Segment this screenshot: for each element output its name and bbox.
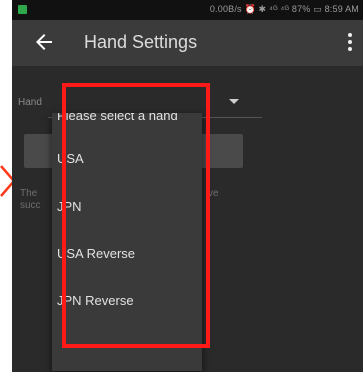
more-vert-icon[interactable] <box>347 32 353 52</box>
caret-down-icon[interactable] <box>229 99 239 104</box>
notification-app-icon <box>18 5 27 14</box>
dropdown-option-placeholder[interactable]: Please select a hand <box>57 113 178 123</box>
page-title: Hand Settings <box>84 32 198 52</box>
dropdown-option-usa-reverse[interactable]: USA Reverse <box>57 246 135 261</box>
status-indicators: 0.00B/s ⏰ ✱ ⁴ᴳ ⁴ᴳ 87% ▭ 8:59 AM <box>209 4 359 14</box>
hand-dropdown-menu: Please select a hand USA JPN USA Reverse… <box>52 113 202 371</box>
dropdown-option-usa[interactable]: USA <box>57 151 84 166</box>
app-bar: Hand Settings <box>12 20 363 66</box>
hand-label: Hand <box>18 97 42 108</box>
dropdown-option-jpn[interactable]: JPN <box>57 199 82 214</box>
settings-content: Hand The succ ve Please select a hand US… <box>12 66 363 372</box>
phone-screen: 0.00B/s ⏰ ✱ ⁴ᴳ ⁴ᴳ 87% ▭ 8:59 AM Hand Set… <box>12 0 363 372</box>
background-message-line1-right: ve <box>208 188 219 199</box>
dropdown-option-jpn-reverse[interactable]: JPN Reverse <box>57 293 134 308</box>
arrow-left-icon[interactable] <box>32 30 56 54</box>
status-bar: 0.00B/s ⏰ ✱ ⁴ᴳ ⁴ᴳ 87% ▭ 8:59 AM <box>12 0 363 20</box>
